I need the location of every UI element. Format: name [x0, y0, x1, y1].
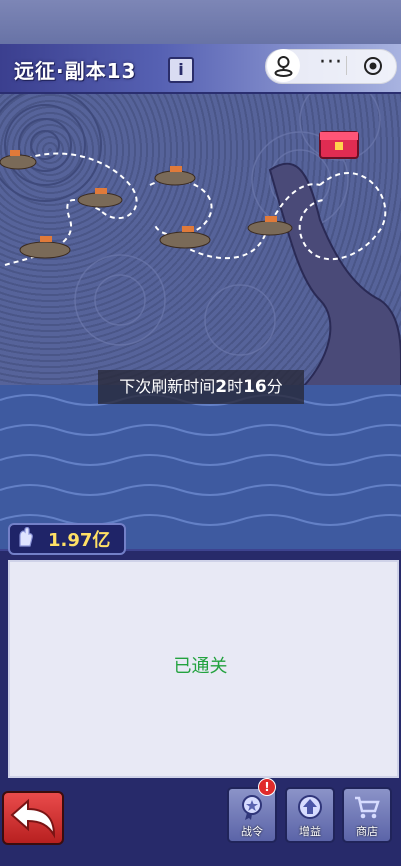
- info-icon[interactable]: i: [168, 57, 194, 83]
- battle-pass-label: 战令: [241, 825, 263, 838]
- notification-badge: !: [258, 778, 276, 796]
- page-title: 远征·副本13: [14, 59, 137, 83]
- buff-label: 增益: [299, 825, 321, 838]
- refresh-prefix: 下次刷新时间: [119, 377, 216, 396]
- refresh-hours-unit: 时: [227, 377, 244, 396]
- capsule-divider: [346, 56, 347, 75]
- more-dots-icon[interactable]: ···: [319, 50, 343, 75]
- combat-power-value: 1.97亿: [48, 530, 111, 551]
- cart-icon: [355, 796, 380, 819]
- refresh-minutes: 16: [243, 377, 267, 397]
- joystick-icon[interactable]: [267, 49, 300, 82]
- record-target-icon[interactable]: [362, 55, 384, 77]
- shop-button[interactable]: 商店: [342, 787, 392, 843]
- buff-button[interactable]: 增益: [285, 787, 335, 843]
- refresh-timer-banner: 下次刷新时间2时16分: [98, 370, 304, 404]
- shop-label: 商店: [356, 825, 378, 838]
- fist-icon: [14, 526, 36, 548]
- upgrade-arrow-icon: [298, 795, 322, 819]
- ships: [0, 150, 293, 259]
- refresh-minutes-unit: 分: [266, 377, 283, 396]
- treasure-chest-icon[interactable]: [319, 131, 359, 159]
- medal-icon: [242, 795, 262, 820]
- refresh-hours: 2: [215, 377, 228, 397]
- back-arrow-icon: [10, 798, 56, 839]
- stage-cleared-text: 已通关: [173, 656, 228, 677]
- whirlpool: [0, 88, 102, 202]
- back-button[interactable]: [2, 791, 64, 845]
